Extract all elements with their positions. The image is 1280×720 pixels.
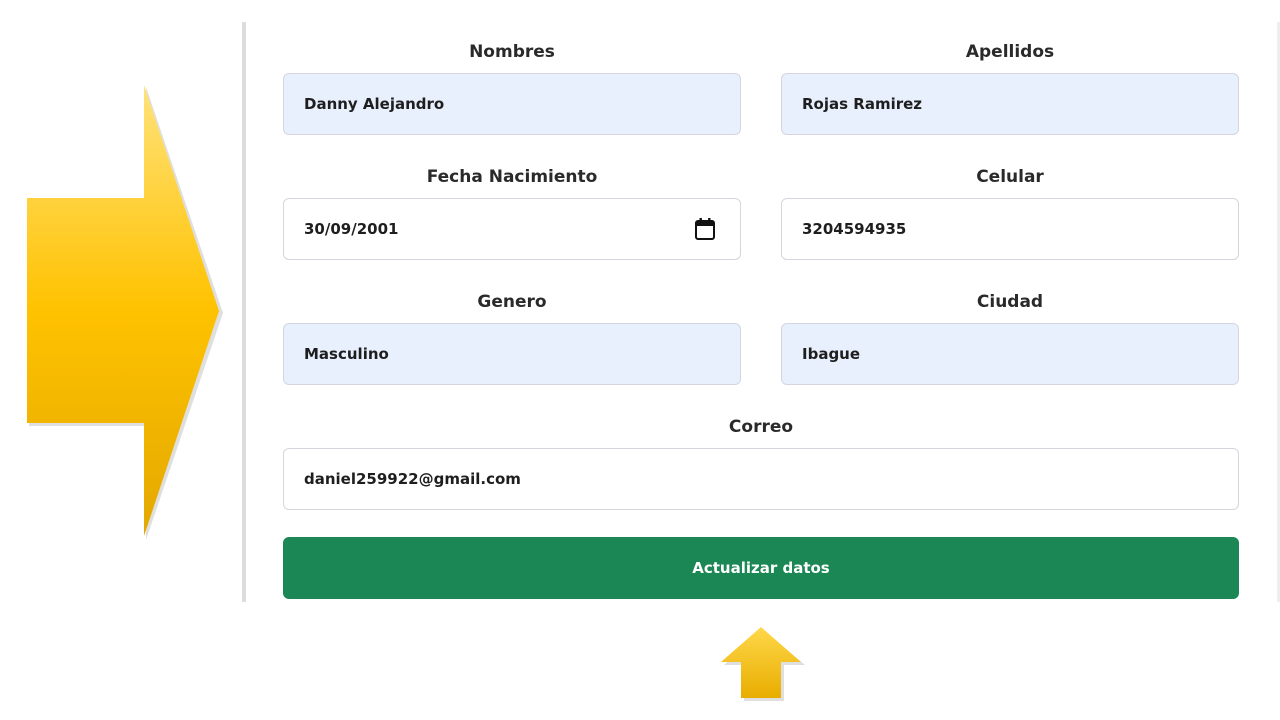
- fecha-nacimiento-field[interactable]: 30/09/2001: [283, 198, 741, 260]
- calendar-icon[interactable]: [694, 217, 716, 241]
- ciudad-value: Ibague: [802, 345, 861, 363]
- nombres-value: Danny Alejandro: [304, 95, 445, 113]
- celular-label: Celular: [976, 167, 1044, 187]
- celular-field[interactable]: 3204594935: [781, 198, 1239, 260]
- ciudad-label: Ciudad: [976, 292, 1044, 312]
- fecha-nacimiento-label: Fecha Nacimiento: [426, 167, 598, 187]
- genero-field[interactable]: Masculino: [283, 323, 741, 385]
- arrow-up-icon: [721, 627, 805, 701]
- actualizar-datos-button[interactable]: Actualizar datos: [283, 537, 1239, 599]
- apellidos-value: Rojas Ramirez: [802, 95, 923, 113]
- correo-field[interactable]: daniel259922@gmail.com: [283, 448, 1239, 510]
- nombres-field[interactable]: Danny Alejandro: [283, 73, 741, 135]
- correo-label: Correo: [728, 417, 794, 437]
- apellidos-label: Apellidos: [965, 42, 1055, 62]
- arrow-right-icon: [27, 85, 223, 540]
- correo-value: daniel259922@gmail.com: [304, 470, 521, 488]
- fecha-nacimiento-value: 30/09/2001: [304, 220, 399, 238]
- genero-label: Genero: [477, 292, 547, 312]
- celular-value: 3204594935: [802, 220, 907, 238]
- nombres-label: Nombres: [469, 42, 555, 62]
- apellidos-field[interactable]: Rojas Ramirez: [781, 73, 1239, 135]
- genero-value: Masculino: [304, 345, 389, 363]
- ciudad-field[interactable]: Ibague: [781, 323, 1239, 385]
